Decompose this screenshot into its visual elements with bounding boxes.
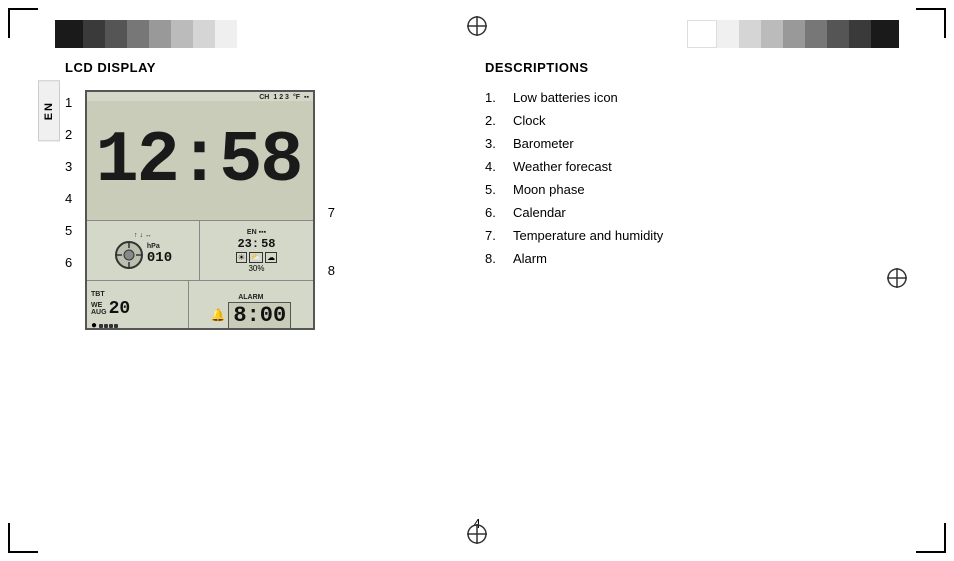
desc-num-8: 8. [485, 251, 513, 266]
desc-text-8: Alarm [513, 251, 547, 266]
label-7: 7 [328, 205, 335, 220]
lcd-time-area: 12:58 [87, 101, 313, 221]
lcd-alarm-area: ALARM 🔔 8:00 [189, 281, 313, 330]
desc-item-3: 3. Barometer [485, 136, 934, 151]
desc-num-2: 2. [485, 113, 513, 128]
right-crosshair [885, 266, 909, 296]
desc-text-6: Calendar [513, 205, 566, 220]
desc-item-6: 6. Calendar [485, 205, 934, 220]
corner-mark-bl [8, 523, 38, 553]
lcd-calendar-area: TBT WE AUG 20 ● [87, 281, 189, 330]
label-6: 6 [65, 255, 72, 270]
top-color-bars-left [55, 10, 237, 32]
desc-text-1: Low batteries icon [513, 90, 618, 105]
lcd-title: LCD DISPLAY [65, 60, 445, 75]
desc-num-4: 4. [485, 159, 513, 174]
desc-num-6: 6. [485, 205, 513, 220]
descriptions-title: DESCRIPTIONS [485, 60, 934, 75]
lcd-display: CH 1 2 3 °F ▪▪ 12:58 ↑ ↓ ↔ [85, 90, 315, 330]
right-panel: DESCRIPTIONS 1. Low batteries icon 2. Cl… [485, 60, 934, 521]
corner-mark-tr [916, 8, 946, 38]
label-1: 1 [65, 95, 72, 110]
weather-label-row: EN ▪▪▪ [247, 229, 266, 236]
desc-item-1: 1. Low batteries icon [485, 90, 934, 105]
desc-text-7: Temperature and humidity [513, 228, 663, 243]
descriptions-list: 1. Low batteries icon 2. Clock 3. Barome… [485, 90, 934, 266]
lcd-weather-area: EN ▪▪▪ 23: 58 ☀ ⛅ ☁ [200, 221, 313, 280]
desc-item-8: 8. Alarm [485, 251, 934, 266]
desc-num-3: 3. [485, 136, 513, 151]
corner-mark-br [916, 523, 946, 553]
label-2: 2 [65, 127, 72, 142]
lcd-top-indicators: CH 1 2 3 °F ▪▪ [87, 92, 313, 101]
bottom-crosshair [465, 522, 489, 549]
main-content: LCD DISPLAY 1 2 3 4 5 6 CH 1 2 3 °F ▪▪ [65, 60, 934, 521]
desc-text-5: Moon phase [513, 182, 585, 197]
lcd-section: 1 2 3 4 5 6 CH 1 2 3 °F ▪▪ 12:58 [85, 90, 315, 330]
lcd-time: 12:58 [95, 125, 301, 197]
desc-item-5: 5. Moon phase [485, 182, 934, 197]
desc-num-5: 5. [485, 182, 513, 197]
label-4: 4 [65, 191, 72, 206]
lcd-barometer-area: ↑ ↓ ↔ [87, 221, 200, 280]
desc-text-2: Clock [513, 113, 546, 128]
desc-num-1: 1. [485, 90, 513, 105]
cal-label-row: TBT [91, 291, 184, 298]
alarm-label-row: ALARM [238, 294, 263, 301]
top-crosshair [465, 14, 489, 41]
desc-num-7: 7. [485, 228, 513, 243]
desc-item-7: 7. Temperature and humidity [485, 228, 934, 243]
left-panel: LCD DISPLAY 1 2 3 4 5 6 CH 1 2 3 °F ▪▪ [65, 60, 445, 521]
top-color-bars-right [687, 10, 899, 32]
label-3: 3 [65, 159, 72, 174]
left-labels: 1 2 3 4 5 6 [65, 90, 72, 330]
language-tab: EN [38, 80, 60, 141]
label-8: 8 [328, 263, 335, 278]
barometer-icon [114, 240, 144, 270]
lcd-middle-section: ↑ ↓ ↔ [87, 221, 313, 281]
desc-item-4: 4. Weather forecast [485, 159, 934, 174]
desc-text-4: Weather forecast [513, 159, 612, 174]
lcd-bottom-section: TBT WE AUG 20 ● [87, 281, 313, 330]
baro-label-row: ↑ ↓ ↔ [134, 232, 152, 239]
desc-item-2: 2. Clock [485, 113, 934, 128]
desc-text-3: Barometer [513, 136, 574, 151]
alarm-bell-icon: 🔔 [210, 308, 225, 322]
label-5: 5 [65, 223, 72, 238]
corner-mark-tl [8, 8, 38, 38]
